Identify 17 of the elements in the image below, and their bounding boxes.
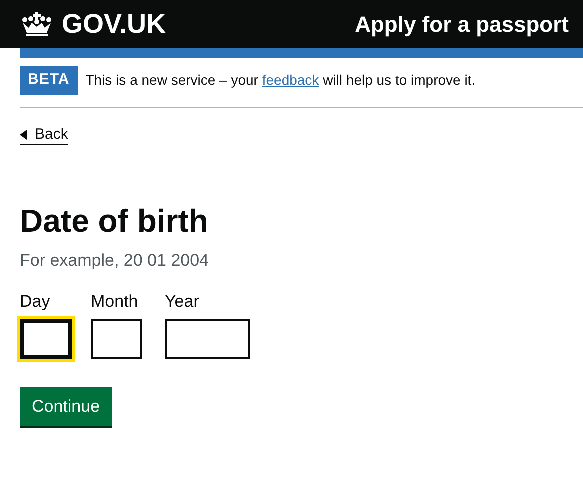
field-label: Month <box>91 291 140 314</box>
input-field[interactable] <box>91 318 142 359</box>
page-heading: Date of birth <box>20 202 210 240</box>
hint-text: For example, 20 01 2004 <box>20 250 210 272</box>
continue-button[interactable]: Continue <box>20 386 112 426</box>
input-field[interactable] <box>165 318 250 359</box>
service-name[interactable]: Apply for a passport <box>355 8 569 40</box>
field-label: Year <box>165 291 200 314</box>
caret-icon <box>20 130 27 140</box>
back-link[interactable]: Back <box>20 126 68 144</box>
crown-icon <box>20 11 54 37</box>
phase-tag: BETA <box>20 66 78 94</box>
gov-uk-logo[interactable]: GOV.UK <box>62 10 166 38</box>
banner-text: This is a new service – your feedback will help us to improve it. <box>86 70 476 90</box>
input-field[interactable] <box>20 318 72 359</box>
field-label: Day <box>20 291 52 314</box>
feedback-link[interactable]: feedback <box>262 72 320 88</box>
